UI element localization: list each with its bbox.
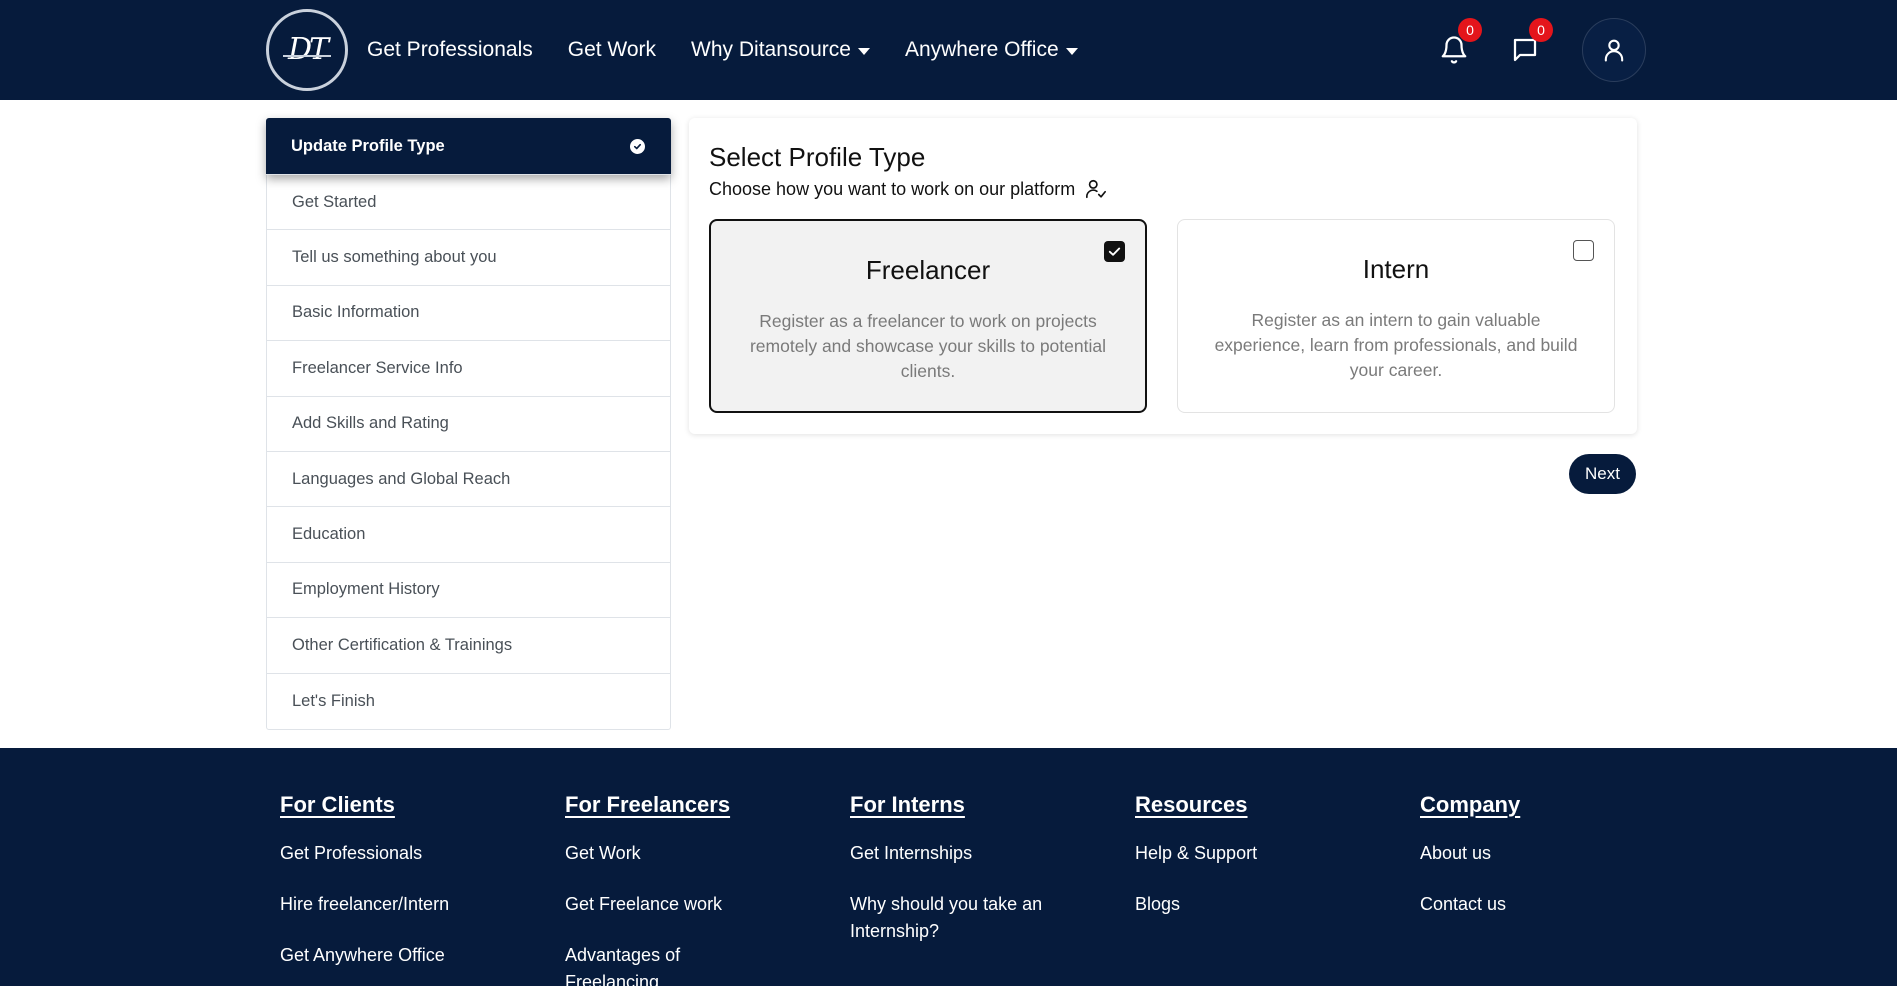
footer-link[interactable]: Advantages of Freelancing <box>565 942 705 986</box>
step-label: Other Certification & Trainings <box>292 635 513 654</box>
footer-link[interactable]: Get Work <box>565 840 765 867</box>
step-label: Employment History <box>292 580 440 599</box>
step-tell-us-about-you[interactable]: Tell us something about you <box>267 230 670 286</box>
footer-heading[interactable]: For Clients <box>280 792 395 818</box>
intern-option-card[interactable]: Intern Register as an intern to gain val… <box>1177 219 1615 413</box>
profile-type-card: Select Profile Type Choose how you want … <box>689 118 1637 434</box>
user-check-icon <box>1086 179 1107 199</box>
step-education[interactable]: Education <box>267 507 670 563</box>
nav-dropdown-why-ditansource[interactable]: Why Ditansource <box>691 38 870 62</box>
step-lets-finish[interactable]: Let's Finish <box>267 674 670 729</box>
step-label: Add Skills and Rating <box>292 414 449 433</box>
step-freelancer-service-info[interactable]: Freelancer Service Info <box>267 341 670 397</box>
footer-link[interactable]: Contact us <box>1420 891 1680 918</box>
footer-heading[interactable]: Company <box>1420 792 1520 818</box>
step-languages-and-global-reach[interactable]: Languages and Global Reach <box>267 452 670 508</box>
freelancer-option-card[interactable]: Freelancer Register as a freelancer to w… <box>709 219 1147 413</box>
step-label: Let's Finish <box>292 691 375 710</box>
notifications-count-badge: 0 <box>1458 18 1482 42</box>
step-label: Freelancer Service Info <box>292 358 463 377</box>
footer-link[interactable]: Get Internships <box>850 840 1070 867</box>
nav-link-label: Get Work <box>567 38 657 61</box>
step-other-certification[interactable]: Other Certification & Trainings <box>267 618 670 674</box>
footer-heading[interactable]: For Interns <box>850 792 965 818</box>
caret-down-icon <box>857 47 870 55</box>
caret-down-icon <box>1065 47 1078 55</box>
footer-heading[interactable]: For Freelancers <box>565 792 730 818</box>
step-label: Basic Information <box>292 303 420 322</box>
nav-link-get-professionals[interactable]: Get Professionals <box>367 38 533 62</box>
logo-text: DT <box>287 32 329 67</box>
step-get-started[interactable]: Get Started <box>267 175 670 231</box>
footer-link[interactable]: About us <box>1420 840 1680 867</box>
nav-link-get-work[interactable]: Get Work <box>568 38 656 62</box>
nav-links: Get Professionals Get Work Why Ditansour… <box>367 0 1113 100</box>
option-description: Register as a freelancer to work on proj… <box>749 311 1106 381</box>
step-update-profile-type[interactable]: Update Profile Type <box>266 118 671 175</box>
step-basic-information[interactable]: Basic Information <box>267 286 670 342</box>
nav-link-label: Anywhere Office <box>904 38 1059 61</box>
check-circle-icon <box>630 138 645 154</box>
step-employment-history[interactable]: Employment History <box>267 563 670 619</box>
step-label: Update Profile Type <box>291 136 445 155</box>
footer-link[interactable]: Hire freelancer/Intern <box>280 891 540 918</box>
footer-link[interactable]: Get Freelance work <box>565 891 765 918</box>
profile-steps-sidebar: Update Profile Type Get Started Tell us … <box>266 118 671 730</box>
logo[interactable]: DT <box>266 9 348 91</box>
footer-column-resources: Resources Help & Support Blogs <box>1135 792 1395 942</box>
step-label: Get Started <box>292 192 377 211</box>
next-button[interactable]: Next <box>1569 454 1636 494</box>
option-description: Register as an intern to gain valuable e… <box>1214 310 1578 380</box>
footer-column-company: Company About us Contact us <box>1420 792 1680 942</box>
footer-column-for-clients: For Clients Get Professionals Hire freel… <box>280 792 540 986</box>
top-navbar: DT Get Professionals Get Work Why Ditans… <box>0 0 1897 100</box>
messages-count-badge: 0 <box>1529 18 1553 42</box>
step-label: Languages and Global Reach <box>292 469 511 488</box>
page-subtitle: Choose how you want to work on our platf… <box>709 178 1107 200</box>
nav-link-label: Get Professionals <box>367 38 533 61</box>
messages-button[interactable]: 0 <box>1503 18 1553 72</box>
footer-column-for-freelancers: For Freelancers Get Work Get Freelance w… <box>565 792 765 986</box>
profile-button[interactable] <box>1582 18 1646 82</box>
footer-link[interactable]: Get Anywhere Office <box>280 942 540 969</box>
footer-link[interactable]: Get Professionals <box>280 840 540 867</box>
footer-link[interactable]: Why should you take an Internship? <box>850 891 1060 945</box>
footer-column-for-interns: For Interns Get Internships Why should y… <box>850 792 1070 969</box>
step-label: Education <box>292 525 366 544</box>
user-icon <box>1604 39 1624 62</box>
footer-link[interactable]: Blogs <box>1135 891 1395 918</box>
option-name: Freelancer <box>865 255 991 285</box>
nav-link-label: Why Ditansource <box>691 38 851 61</box>
footer-link[interactable]: Help & Support <box>1135 840 1395 867</box>
footer-heading[interactable]: Resources <box>1135 792 1248 818</box>
nav-dropdown-anywhere-office[interactable]: Anywhere Office <box>905 38 1078 62</box>
step-add-skills-and-rating[interactable]: Add Skills and Rating <box>267 397 670 452</box>
page-title: Select Profile Type <box>709 142 926 172</box>
logo-line <box>283 55 331 57</box>
option-name: Intern <box>1362 254 1430 284</box>
site-footer: For Clients Get Professionals Hire freel… <box>0 748 1897 986</box>
step-label: Tell us something about you <box>292 248 497 267</box>
notifications-button[interactable]: 0 <box>1432 18 1482 72</box>
subtitle-text: Choose how you want to work on our platf… <box>709 178 1076 199</box>
